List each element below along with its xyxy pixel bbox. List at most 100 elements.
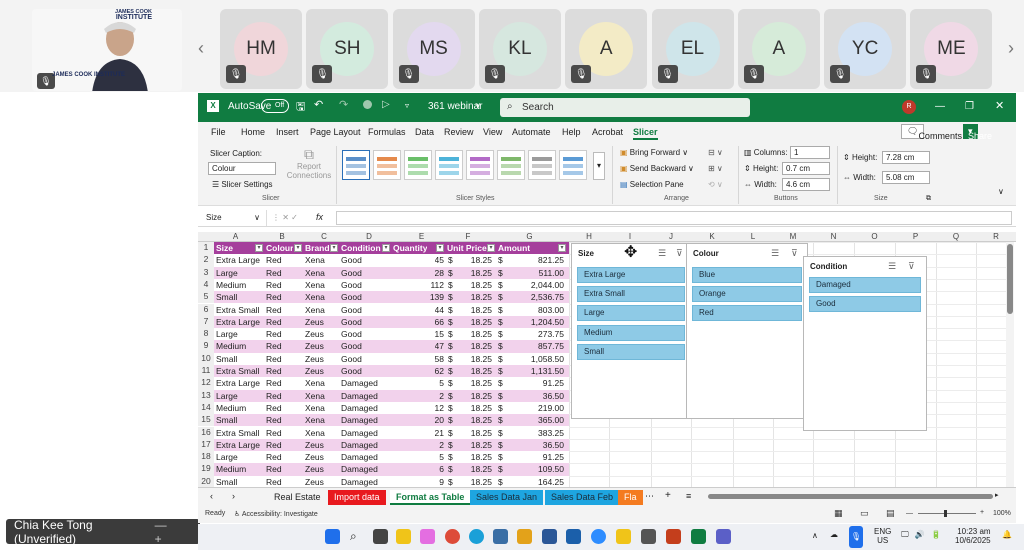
table-header-cell[interactable]: Unit Price	[447, 242, 487, 254]
clear-filter-icon[interactable]: ⊽	[791, 248, 798, 259]
multi-select-icon[interactable]: ☰	[888, 261, 896, 272]
share-button[interactable]: Share ▾	[963, 124, 992, 141]
table-cell[interactable]: Good	[341, 267, 362, 279]
table-cell[interactable]: Zeus	[305, 451, 324, 463]
slicer-item[interactable]: Extra Small	[577, 286, 685, 303]
table-cell[interactable]: $	[448, 377, 453, 389]
table-cell[interactable]: 365.00	[538, 414, 564, 426]
column-header[interactable]: F	[446, 232, 490, 241]
table-cell[interactable]: 36.50	[543, 390, 564, 402]
table-cell[interactable]: 1,204.50	[531, 316, 564, 328]
table-cell[interactable]: 91.25	[543, 451, 564, 463]
slicer-caption-input[interactable]: Colour	[208, 162, 276, 175]
tab-help[interactable]: Help	[562, 127, 581, 137]
slicer-style-swatch[interactable]	[466, 150, 494, 180]
send-backward-button[interactable]: ▣ Send Backward ∨	[620, 164, 694, 173]
table-header-cell[interactable]: Brand	[305, 242, 330, 254]
copilot-icon[interactable]	[420, 529, 435, 544]
table-cell[interactable]: $	[498, 365, 503, 377]
table-cell[interactable]: 18.25	[471, 353, 492, 365]
multi-select-icon[interactable]: ☰	[658, 248, 666, 259]
slicer-style-swatch[interactable]	[528, 150, 556, 180]
table-cell[interactable]: 18.25	[471, 377, 492, 389]
app-icon-3[interactable]	[542, 529, 557, 544]
tab-acrobat[interactable]: Acrobat	[592, 127, 623, 137]
table-cell[interactable]: $	[498, 254, 503, 266]
filter-dropdown-icon[interactable]: ▾	[382, 244, 390, 252]
table-cell[interactable]: Damaged	[341, 439, 378, 451]
table-cell[interactable]: Extra Small	[216, 365, 259, 377]
notifications-icon[interactable]: 🔔	[1002, 530, 1012, 539]
table-cell[interactable]: Good	[341, 328, 362, 340]
table-cell[interactable]: 21	[435, 427, 444, 439]
column-header[interactable]: R	[976, 232, 1016, 241]
table-cell[interactable]: Red	[266, 439, 282, 451]
more-sheets-icon[interactable]: ⋯	[645, 491, 654, 502]
table-cell[interactable]: 18.25	[471, 316, 492, 328]
table-cell[interactable]: Medium	[216, 279, 246, 291]
sheet-tab[interactable]: Format as Table	[390, 490, 471, 505]
slicer-style-swatch[interactable]	[497, 150, 525, 180]
row-number[interactable]: 2	[198, 254, 214, 267]
column-header[interactable]: G	[490, 232, 569, 241]
file-explorer-icon[interactable]	[396, 529, 411, 544]
slicer-item[interactable]: Damaged	[809, 277, 921, 293]
table-cell[interactable]: Medium	[216, 463, 246, 475]
table-cell[interactable]: Good	[341, 316, 362, 328]
table-cell[interactable]: 18.25	[471, 328, 492, 340]
sheet-menu-icon[interactable]: ≡	[686, 491, 691, 501]
table-cell[interactable]: Red	[266, 463, 282, 475]
slicer-style-swatch[interactable]	[435, 150, 463, 180]
formula-input[interactable]	[336, 211, 1012, 225]
zoom-level[interactable]: 100%	[993, 510, 1011, 517]
table-cell[interactable]: 91.25	[543, 377, 564, 389]
table-cell[interactable]: $	[498, 353, 503, 365]
edge-icon[interactable]	[469, 529, 484, 544]
page-layout-view-icon[interactable]: ▭	[860, 508, 869, 519]
participant-tile[interactable]: A 🎙	[737, 9, 820, 89]
accessibility-status[interactable]: ♿ Accessibility: Investigate	[234, 510, 318, 518]
table-cell[interactable]: 18.25	[471, 365, 492, 377]
table-cell[interactable]: Red	[266, 377, 282, 389]
button-width-input[interactable]: 4.6 cm	[782, 178, 830, 191]
column-header[interactable]: N	[813, 232, 854, 241]
restore-icon[interactable]: ❐	[965, 101, 974, 112]
mic-tray-icon[interactable]: 🎙	[849, 526, 863, 548]
clear-filter-icon[interactable]: ⊽	[908, 261, 915, 272]
table-cell[interactable]: $	[448, 279, 453, 291]
table-cell[interactable]: 18.25	[471, 451, 492, 463]
table-cell[interactable]: Damaged	[341, 427, 378, 439]
table-cell[interactable]: Zeus	[305, 353, 324, 365]
filter-dropdown-icon[interactable]: ▾	[330, 244, 338, 252]
table-cell[interactable]: Xena	[305, 267, 325, 279]
table-cell[interactable]: $	[448, 463, 453, 475]
table-cell[interactable]: 44	[435, 304, 444, 316]
redo-icon[interactable]: ↷	[339, 98, 348, 111]
table-row[interactable]: 18 Large Red Zeus Damaged 5 $18.25 $91.25	[198, 451, 569, 464]
table-cell[interactable]: 2,536.75	[531, 291, 564, 303]
table-row[interactable]: 3 Large Red Xena Good 28 $18.25 $511.00	[198, 266, 569, 279]
table-row[interactable]: 8 Large Red Zeus Good 15 $18.25 $273.75	[198, 328, 569, 341]
app-icon-5[interactable]	[641, 529, 656, 544]
slicer-style-swatch[interactable]	[559, 150, 587, 180]
powerpoint-icon[interactable]	[666, 529, 681, 544]
next-arrow[interactable]: ›	[1008, 38, 1014, 59]
participant-tile[interactable]: HM 🎙	[220, 9, 302, 89]
row-number[interactable]: 10	[198, 352, 214, 365]
name-box[interactable]: Size ∨	[201, 210, 267, 226]
table-cell[interactable]: Red	[266, 316, 282, 328]
table-cell[interactable]: Xena	[305, 427, 325, 439]
table-cell[interactable]: 58	[435, 353, 444, 365]
table-cell[interactable]: Red	[266, 304, 282, 316]
slicer-item[interactable]: Red	[692, 305, 802, 322]
column-header[interactable]: P	[895, 232, 936, 241]
table-cell[interactable]: 45	[435, 254, 444, 266]
table-row[interactable]: 12 Extra Large Red Xena Damaged 5 $18.25 $91.25	[198, 377, 569, 390]
table-cell[interactable]: Extra Large	[216, 316, 260, 328]
slicer-item[interactable]: Orange	[692, 286, 802, 303]
column-header[interactable]: E	[397, 232, 446, 241]
table-cell[interactable]: Xena	[305, 279, 325, 291]
filter-dropdown-icon[interactable]: ▾	[487, 244, 495, 252]
table-cell[interactable]: Small	[216, 291, 237, 303]
slicer-style-swatch[interactable]	[342, 150, 370, 180]
